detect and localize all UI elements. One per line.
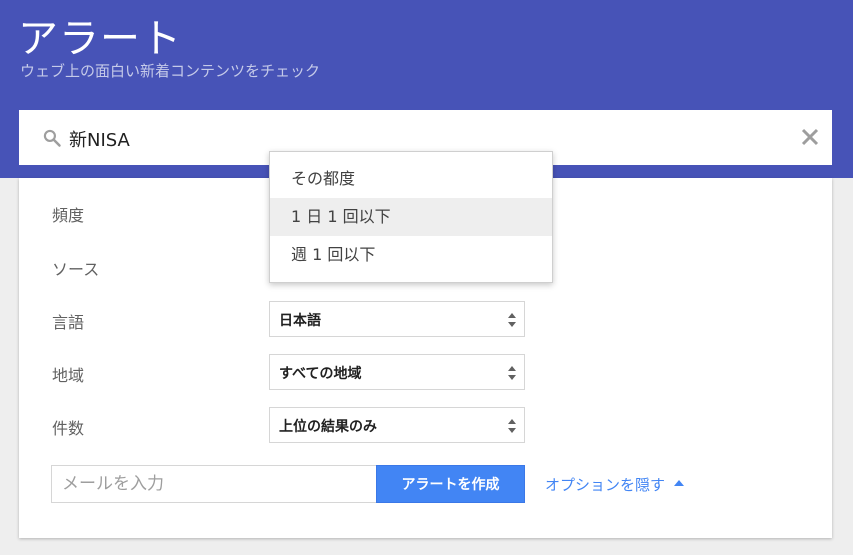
source-label: ソース (52, 260, 100, 279)
region-label: 地域 (52, 366, 85, 385)
search-input[interactable]: 新NISA (69, 126, 130, 152)
count-select[interactable]: 上位の結果のみ (269, 407, 525, 443)
region-select[interactable]: すべての地域 (269, 354, 525, 390)
language-label: 言語 (52, 313, 85, 332)
frequency-option-weekly[interactable]: 週 1 回以下 (270, 236, 552, 274)
frequency-option-daily[interactable]: 1 日 1 回以下 (270, 198, 552, 236)
hide-options-link[interactable]: オプションを隠す (545, 474, 665, 495)
select-arrows-icon (508, 419, 516, 433)
language-select[interactable]: 日本語 (269, 301, 525, 337)
page-title: アラート (18, 16, 182, 62)
select-arrows-icon (508, 313, 516, 327)
caret-up-icon[interactable] (674, 480, 684, 486)
region-select-value: すべての地域 (279, 366, 362, 382)
language-select-value: 日本語 (279, 313, 321, 329)
search-icon (43, 129, 61, 147)
frequency-dropdown-menu: その都度 1 日 1 回以下 週 1 回以下 (269, 151, 553, 283)
count-label: 件数 (52, 419, 85, 438)
frequency-label: 頻度 (52, 206, 85, 225)
select-arrows-icon (508, 366, 516, 380)
frequency-option-as-it-happens[interactable]: その都度 (270, 160, 552, 198)
close-icon[interactable] (798, 125, 822, 149)
email-field[interactable] (51, 465, 377, 503)
page-subtitle: ウェブ上の面白い新着コンテンツをチェック (20, 62, 321, 80)
create-alert-button[interactable]: アラートを作成 (376, 465, 525, 503)
count-select-value: 上位の結果のみ (279, 419, 377, 435)
